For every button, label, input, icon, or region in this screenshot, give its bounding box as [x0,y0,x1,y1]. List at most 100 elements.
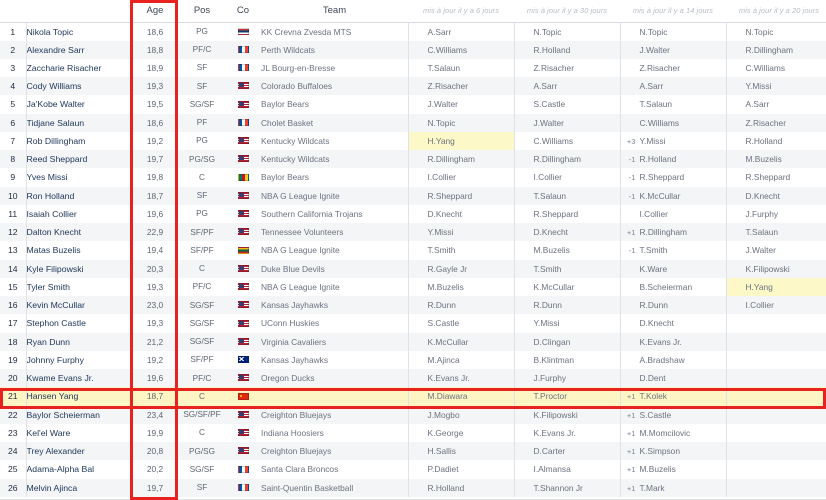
usa-flag-icon [237,283,249,291]
player-team: NBA G League Ignite [261,277,408,296]
table-row[interactable]: 4 Cody Williams 19,3 SF Colorado Buffaloes Z.… [0,77,826,96]
player-name[interactable]: Hansen Yang [25,387,131,406]
player-name[interactable]: Alexandre Sarr [25,40,131,59]
table-row[interactable]: 19 Johnny Furphy 19,2 SF/PF Kansas Jayhawks M… [0,350,826,369]
history-player-name: R.Holland [639,154,677,165]
table-row[interactable]: 3 Zaccharie Risacher 18,9 SF JL Bourg-en-Bre… [0,58,826,77]
player-team: NBA G League Ignite [261,186,408,205]
history-cell-2: T.Shannon Jr [513,478,620,497]
history-player-name: D.Carter [533,446,566,457]
table-row[interactable]: 26 Melvin Ajinca 19,7 SF Saint-Quentin Baske… [0,478,826,497]
header-team[interactable]: Team [261,0,408,23]
history-cell-3: -1 K.McCullar [619,186,726,205]
player-name[interactable]: Isaiah Collier [25,204,131,223]
player-name[interactable]: Stephon Castle [25,314,131,333]
table-row[interactable]: 20 Kwame Evans Jr. 19,6 PF/C Oregon Ducks K.E… [0,369,826,388]
header-history-14-days[interactable]: mis à jour il y a 14 jours [620,0,726,23]
table-row[interactable]: 8 Reed Sheppard 19,7 PG/SG Kentucky Wildcats… [0,150,826,169]
player-name[interactable]: Nikola Topic [25,22,131,41]
history-cell-3: A.Sarr [619,77,726,96]
country-flag-cell [225,168,261,187]
history-player-name: J.Walter [745,245,776,256]
player-name[interactable]: Kyle Filipowski [25,259,131,278]
usa-flag-icon [237,191,249,199]
table-row[interactable]: 10 Ron Holland 18,7 SF NBA G League Ignite R.… [0,186,826,205]
header-rank[interactable] [0,0,26,23]
history-player-name: N.Topic [533,26,562,37]
player-team [261,387,408,406]
history-player-name: M.Buzelis [427,281,464,292]
player-name[interactable]: Kwame Evans Jr. [25,369,131,388]
history-cell-1: T.Smith [407,241,514,260]
player-age: 18,9 [131,58,179,77]
table-row[interactable]: 23 Kel'el Ware 19,9 C Indiana Hoosiers K.Geor… [0,423,826,442]
player-name[interactable]: Johnny Furphy [25,350,131,369]
history-cell-4: C.Williams [725,58,826,77]
history-player-name: C.Williams [639,117,680,128]
history-cell-2: A.Sarr [513,77,620,96]
player-name[interactable]: Tyler Smith [25,277,131,296]
table-row[interactable]: 12 Dalton Knecht 22,9 SF/PF Tennessee Volunt… [0,223,826,242]
table-row[interactable]: 7 Rob Dillingham 19,2 PG Kentucky Wildcats H.… [0,131,826,150]
table-row[interactable]: 2 Alexandre Sarr 18,8 PF/C Perth Wildcats C.W… [0,40,826,59]
row-rank: 3 [0,58,26,77]
player-name[interactable]: Dalton Knecht [25,223,131,242]
player-team: Kansas Jayhawks [261,350,408,369]
player-name[interactable]: Zaccharie Risacher [25,58,131,77]
player-name[interactable]: Ja'Kobe Walter [25,95,131,114]
player-name[interactable]: Matas Buzelis [25,241,131,260]
player-name[interactable]: Ron Holland [25,186,131,205]
table-row[interactable]: 17 Stephon Castle 19,3 SG/SF UConn Huskies S.… [0,314,826,333]
player-position: C [179,168,225,187]
header-history-30-days[interactable]: mis à jour il y a 30 jours [514,0,620,23]
player-name[interactable]: Melvin Ajinca [25,478,131,497]
table-row[interactable]: 11 Isaiah Collier 19,6 PG Southern Californi… [0,204,826,223]
table-row[interactable]: 25 Adama-Alpha Bal 20,2 SG/SF Santa Clara Br… [0,460,826,479]
table-row[interactable]: 16 Kevin McCullar 23,0 SG/SF Kansas Jayhawks… [0,296,826,315]
player-name[interactable]: Reed Sheppard [25,150,131,169]
player-name[interactable]: Trey Alexander [25,442,131,461]
history-player-name: T.Mark [639,482,665,493]
history-cell-2: S.Castle [513,95,620,114]
history-player-name: Z.Risacher [745,117,787,128]
table-row[interactable]: 24 Trey Alexander 20,8 PG/SG Creighton Bluej… [0,442,826,461]
table-row[interactable]: 6 Tidjane Salaun 18,6 PF Cholet Basket N.Topi… [0,113,826,132]
table-row[interactable]: 18 Ryan Dunn 21,2 SG/SF Virginia Cavaliers K.… [0,332,826,351]
player-name[interactable]: Ryan Dunn [25,332,131,351]
table-row[interactable]: 14 Kyle Filipowski 20,3 C Duke Blue Devils R.… [0,259,826,278]
player-name[interactable]: Kel'el Ware [25,423,131,442]
player-position: SF/PF [179,223,225,242]
table-row[interactable]: 21 Hansen Yang 18,7 C M.Diawara T.Proctor +1 T.… [0,387,826,406]
country-flag-cell [225,186,261,205]
rank-delta: -1 [628,155,636,165]
header-history-20-days[interactable]: mis à jour il y a 20 jours [726,0,826,23]
header-country[interactable]: Co [225,0,261,23]
table-row[interactable]: 5 Ja'Kobe Walter 19,5 SG/SF Baylor Bears J.Wa… [0,95,826,114]
table-row[interactable]: 1 Nikola Topic 18,6 PG KK Crevna Zvesda MTS A… [0,22,826,41]
player-name[interactable]: Baylor Scheierman [25,405,131,424]
header-history-6-days[interactable]: mis à jour il y a 6 jours [408,0,514,23]
header-age[interactable]: Age [131,0,179,23]
history-player-name: A.Sarr [427,26,452,37]
player-name[interactable]: Adama-Alpha Bal [25,460,131,479]
player-age: 18,7 [131,387,179,406]
player-name[interactable]: Rob Dillingham [25,131,131,150]
table-row[interactable]: 9 Yves Missi 19,8 C Baylor Bears I.Collier I.C… [0,168,826,187]
player-name[interactable]: Cody Williams [25,77,131,96]
table-row[interactable]: 15 Tyler Smith 19,3 PF/C NBA G League Ignite… [0,277,826,296]
country-flag-cell [225,113,261,132]
history-cell-3: I.Collier [619,204,726,223]
table-row[interactable]: 13 Matas Buzelis 19,4 SF/PF NBA G League Ign… [0,241,826,260]
header-name[interactable] [26,0,131,23]
rank-delta: +1 [626,483,636,493]
draft-board: Age Pos Co Team mis à jour il y a 6 jour… [0,0,826,500]
usa-flag-icon [237,137,249,145]
player-age: 18,8 [131,40,179,59]
header-pos[interactable]: Pos [179,0,225,23]
table-row[interactable]: 22 Baylor Scheierman 23,4 SG/SF/PF Creighton… [0,405,826,424]
player-name[interactable]: Tidjane Salaun [25,113,131,132]
player-name[interactable]: Kevin McCullar [25,296,131,315]
history-cell-3: D.Knecht [619,314,726,333]
history-player-name: T.Proctor [533,391,568,402]
player-name[interactable]: Yves Missi [25,168,131,187]
